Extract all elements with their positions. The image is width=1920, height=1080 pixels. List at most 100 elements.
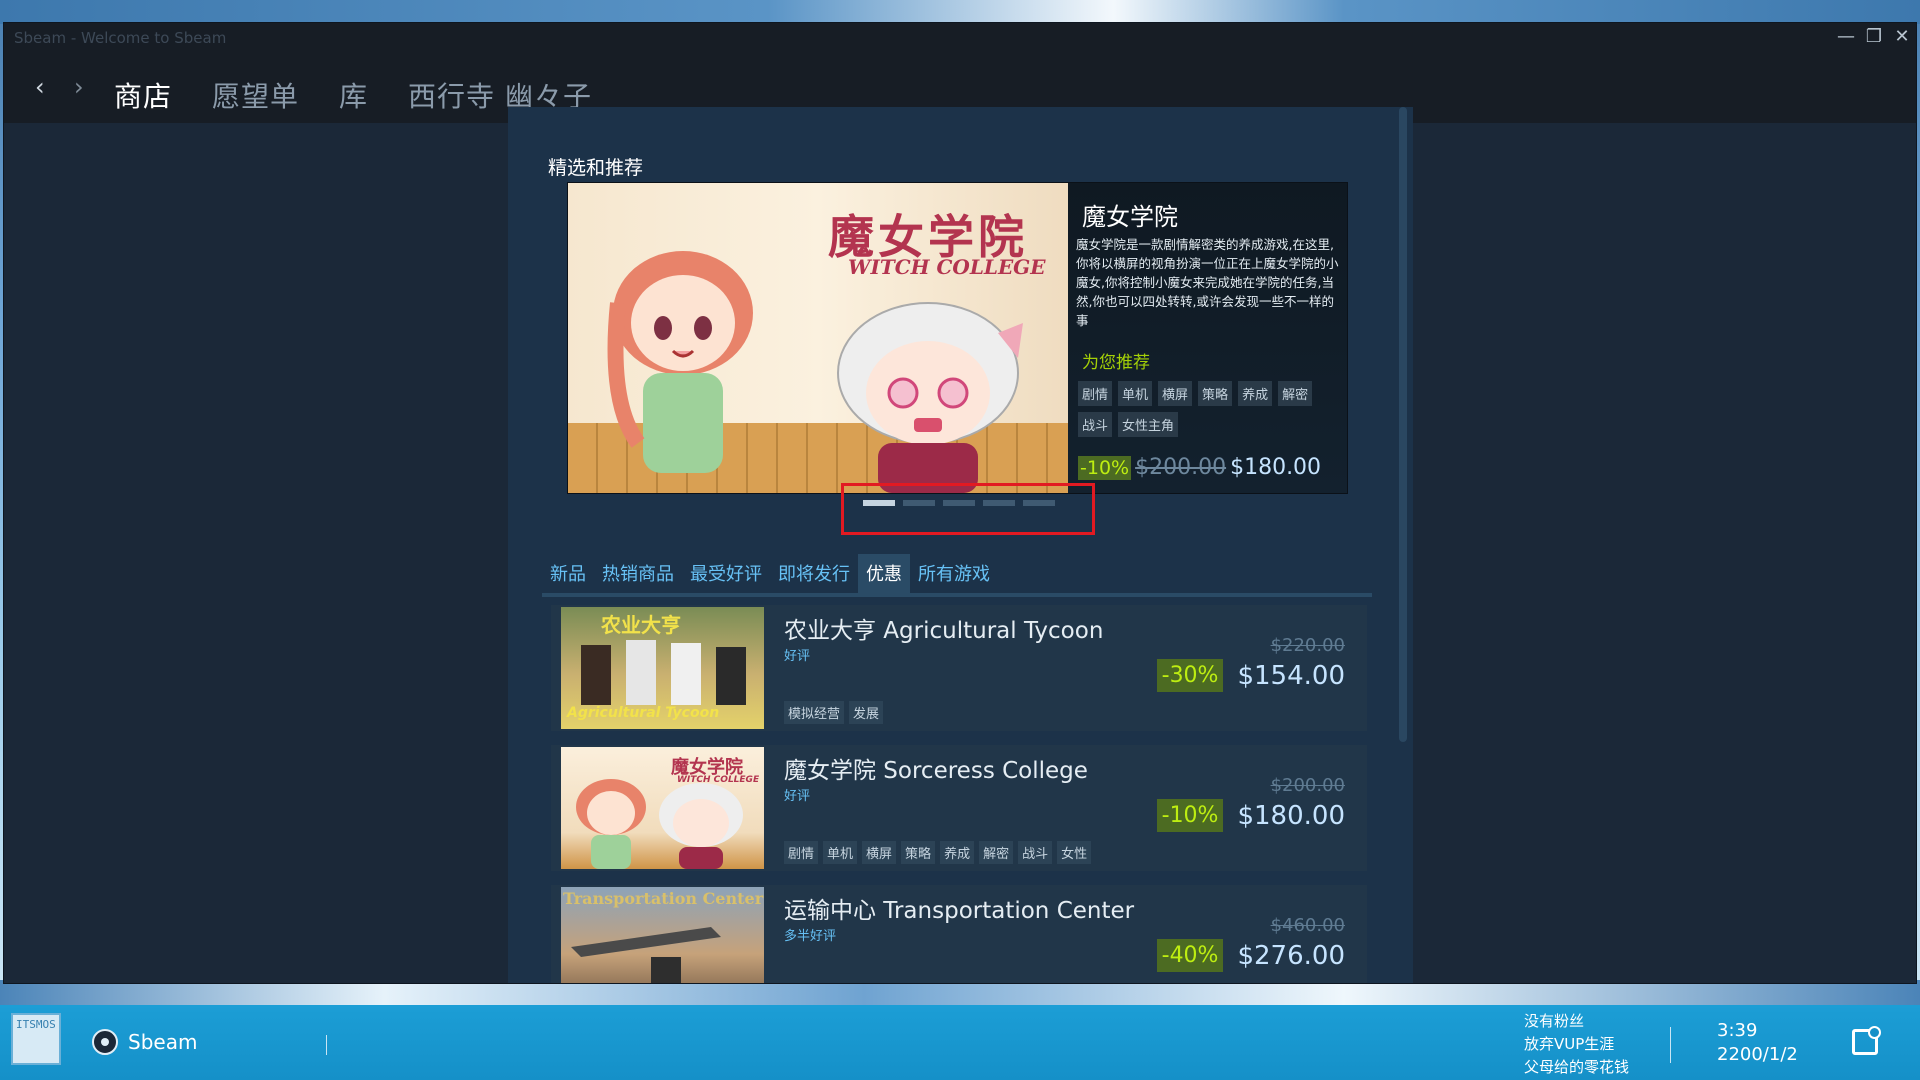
capsule-subtext: Agricultural Tycoon [567, 705, 720, 721]
tag[interactable]: 单机 [823, 841, 858, 864]
recommendation-reason: 为您推荐 [1082, 353, 1150, 373]
game-row-agricultural-tycoon[interactable]: 农业大亨 Agricultural Tycoon 农业大亨 Agricultur… [551, 605, 1367, 731]
tab-specials[interactable]: 优惠 [858, 554, 910, 593]
nav-link-wishlist[interactable]: 愿望单 [212, 75, 299, 115]
plane-illustration [571, 927, 721, 983]
original-price: $200.00 [1270, 775, 1345, 796]
tag[interactable]: 剧情 [784, 841, 819, 864]
clock-time: 3:39 [1717, 1020, 1758, 1041]
tag[interactable]: 策略 [1198, 381, 1233, 406]
tag[interactable]: 解密 [1278, 381, 1313, 406]
game-tags: 剧情 单机 横屏 策略 养成 解密 战斗 女性 [784, 841, 1104, 864]
sbeam-app-icon [92, 1029, 118, 1055]
final-price: $180.00 [1230, 455, 1322, 480]
featured-carousel[interactable]: 魔女学院 WITCH COLLEGE 魔女学院 魔女学院是一款剧情解密类的养成游… [567, 182, 1348, 494]
original-price: $220.00 [1270, 635, 1345, 656]
original-price: $200.00 [1135, 455, 1227, 480]
tag[interactable]: 养成 [1238, 381, 1273, 406]
back-arrow-icon[interactable]: ‹ [35, 73, 45, 101]
game-title[interactable]: 农业大亨 Agricultural Tycoon [784, 611, 1103, 645]
tag[interactable]: 养成 [940, 841, 975, 864]
taskbar-divider [326, 1035, 327, 1055]
game-capsule-image[interactable]: 农业大亨 Agricultural Tycoon [561, 607, 764, 729]
final-price: $276.00 [1237, 940, 1345, 971]
capsule-text: 农业大亨 [601, 613, 681, 637]
game-row-transportation-center[interactable]: Transportation Center 运输中心 Transportatio… [551, 885, 1367, 983]
tab-top-sellers[interactable]: 热销商品 [594, 554, 682, 593]
game-capsule-image[interactable]: 魔女学院 WITCH COLLEGE [561, 747, 764, 869]
image-logo-subtitle: WITCH COLLEGE [848, 255, 1046, 279]
featured-tags: 剧情 单机 横屏 策略 养成 解密 战斗 女性主角 [1078, 381, 1338, 437]
game-title[interactable]: 魔女学院 Sorceress College [784, 751, 1088, 785]
tab-top-rated[interactable]: 最受好评 [682, 554, 770, 593]
price-block: -10% $180.00 [1156, 799, 1345, 832]
nav-link-library[interactable]: 库 [339, 75, 368, 115]
tag[interactable]: 发展 [849, 701, 884, 724]
clock-date: 2200/1/2 [1717, 1044, 1798, 1065]
characters-illustration [576, 779, 743, 869]
review-summary: 好评 [784, 649, 811, 664]
tag[interactable]: 剧情 [1078, 381, 1113, 406]
featured-info-panel[interactable]: 魔女学院 魔女学院是一款剧情解密类的养成游戏,在这里,你将以横屏的视角扮演一位正… [1068, 183, 1347, 493]
notification-line: 放弃VUP生涯 [1524, 1035, 1615, 1053]
price-block: -30% $154.00 [1156, 659, 1345, 692]
featured-game-title[interactable]: 魔女学院 [1082, 197, 1178, 232]
discount-badge: -10% [1156, 799, 1224, 832]
notification-line: 没有粉丝 [1524, 1012, 1585, 1030]
sbeam-window: Sbeam - Welcome to Sbeam — ❐ ✕ ‹ › 商店 愿望… [3, 22, 1917, 984]
tab-all-games[interactable]: 所有游戏 [910, 554, 998, 593]
store-scrollbar[interactable] [1399, 107, 1407, 742]
tab-upcoming[interactable]: 即将发行 [770, 554, 858, 593]
game-title[interactable]: 运输中心 Transportation Center [784, 891, 1134, 925]
tag[interactable]: 单机 [1118, 381, 1153, 406]
notification-text[interactable]: 没有粉丝 放弃VUP生涯 父母给的零花钱 [1524, 1010, 1629, 1079]
final-price: $154.00 [1237, 660, 1345, 691]
people-illustration [581, 640, 746, 705]
tag[interactable]: 解密 [979, 841, 1014, 864]
character-white-hair-illustration [837, 302, 1023, 493]
original-price: $460.00 [1270, 915, 1345, 936]
notification-line: 父母给的零花钱 [1524, 1058, 1630, 1076]
tab-new[interactable]: 新品 [542, 554, 594, 593]
taskbar-clock[interactable]: 3:39 2200/1/2 [1717, 1019, 1798, 1067]
featured-section-title: 精选和推荐 [548, 157, 644, 179]
notification-center-icon[interactable] [1852, 1026, 1881, 1055]
game-capsule-image[interactable]: Transportation Center [561, 887, 764, 983]
character-red-hair-illustration [607, 251, 753, 473]
store-panel: 精选和推荐 魔女学院 WITCH COLLEGE 魔女学院 魔女学院是一款剧情解… [508, 107, 1413, 983]
discount-badge: -30% [1156, 659, 1224, 692]
os-logo-text: ITSMOS [16, 1018, 56, 1031]
featured-price-block: -10% $200.00 $180.00 [1078, 455, 1321, 480]
taskbar-app-label: Sbeam [128, 1030, 198, 1054]
tag[interactable]: 横屏 [1158, 381, 1193, 406]
tag[interactable]: 战斗 [1078, 412, 1113, 437]
final-price: $180.00 [1237, 800, 1345, 831]
review-summary: 好评 [784, 789, 811, 804]
restore-button[interactable]: ❐ [1864, 25, 1884, 49]
forward-arrow-icon[interactable]: › [74, 73, 84, 101]
annotation-highlight-box [841, 483, 1095, 535]
tag[interactable]: 战斗 [1018, 841, 1053, 864]
game-row-sorceress-college[interactable]: 魔女学院 WITCH COLLEGE 魔女学院 Sorceress Colleg… [551, 745, 1367, 871]
minimize-button[interactable]: — [1836, 25, 1856, 49]
start-menu-logo[interactable]: ITSMOS [11, 1013, 61, 1065]
review-summary: 多半好评 [784, 929, 837, 944]
taskbar: ITSMOS Sbeam 没有粉丝 放弃VUP生涯 父母给的零花钱 3:39 2… [0, 1005, 1920, 1080]
store-tabs: 新品 热销商品 最受好评 即将发行 优惠 所有游戏 [542, 549, 1372, 593]
capsule-text: Transportation Center [563, 889, 764, 908]
close-button[interactable]: ✕ [1892, 25, 1912, 49]
tag[interactable]: 策略 [901, 841, 936, 864]
tag[interactable]: 模拟经营 [784, 701, 845, 724]
tag[interactable]: 女性 [1057, 841, 1092, 864]
tag[interactable]: 横屏 [862, 841, 897, 864]
featured-game-image[interactable]: 魔女学院 WITCH COLLEGE [568, 183, 1068, 493]
game-tags: 模拟经营 发展 [784, 701, 1104, 724]
price-block: -40% $276.00 [1156, 939, 1345, 972]
window-controls: — ❐ ✕ [1836, 25, 1912, 49]
nav-link-store[interactable]: 商店 [114, 75, 172, 115]
discount-badge: -40% [1156, 939, 1224, 972]
taskbar-divider [1670, 1027, 1671, 1063]
desktop-wallpaper-top [0, 0, 1920, 24]
tag[interactable]: 女性主角 [1118, 412, 1179, 437]
taskbar-app-sbeam[interactable]: Sbeam [92, 1029, 197, 1055]
